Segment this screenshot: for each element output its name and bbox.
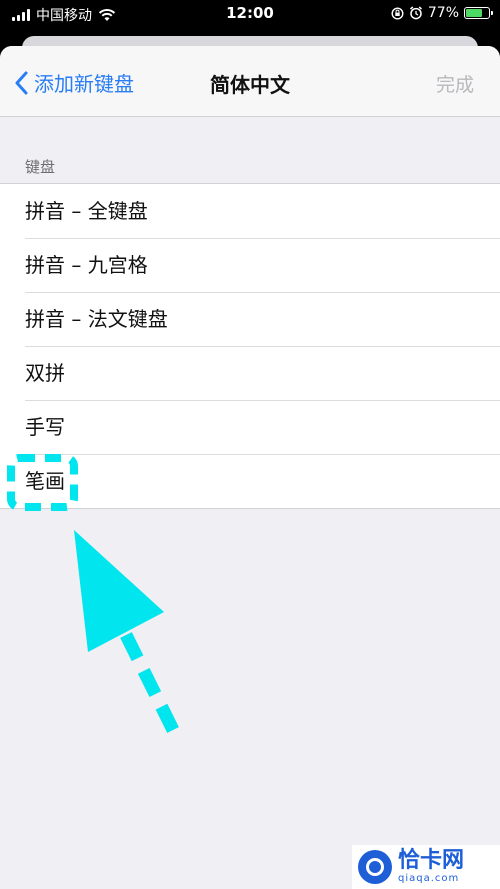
list-item[interactable]: 拼音 – 法文键盘 [0, 292, 500, 346]
list-item[interactable]: 手写 [0, 400, 500, 454]
page-title: 简体中文 [210, 73, 290, 97]
keyboard-list: 拼音 – 全键盘 拼音 – 九宫格 拼音 – 法文键盘 双拼 手写 笔画 [0, 183, 500, 509]
section-header: 键盘 [25, 158, 56, 176]
navigation-bar: 添加新键盘 简体中文 完成 [0, 46, 500, 117]
watermark-logo-icon [358, 850, 392, 884]
orientation-lock-icon [391, 6, 404, 20]
keyboard-sheet: 添加新键盘 简体中文 完成 键盘 拼音 – 全键盘 拼音 – 九宫格 拼音 – … [0, 46, 500, 889]
battery-icon [464, 7, 493, 19]
watermark: 恰卡网 qiaqa.com [352, 845, 500, 889]
done-button[interactable]: 完成 [436, 70, 474, 97]
list-item[interactable]: 笔画 [0, 454, 500, 508]
list-item[interactable]: 拼音 – 九宫格 [0, 238, 500, 292]
alarm-icon [409, 6, 422, 20]
list-item[interactable]: 双拼 [0, 346, 500, 400]
status-bar: 中国移动 12:00 77% [0, 0, 500, 28]
battery-percent: 77% [427, 5, 459, 21]
list-item[interactable]: 拼音 – 全键盘 [0, 184, 500, 238]
watermark-subtitle: qiaqa.com [398, 873, 460, 884]
status-right: 77% [391, 5, 493, 21]
watermark-title: 恰卡网 [398, 848, 465, 873]
watermark-text: 恰卡网 qiaqa.com [398, 850, 464, 884]
